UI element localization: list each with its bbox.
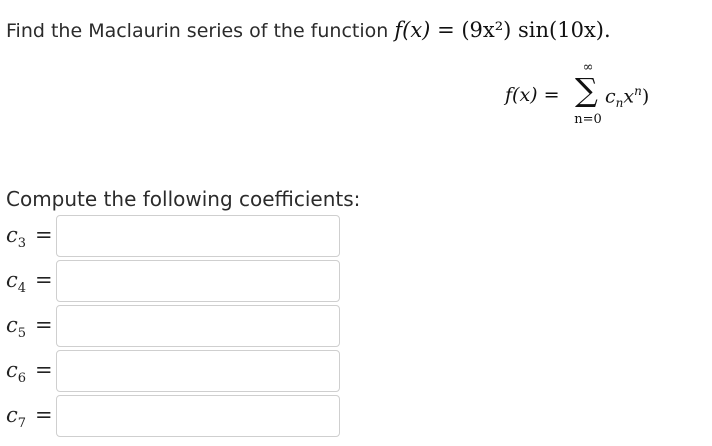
c6-answer-input[interactable] — [56, 350, 340, 392]
coefficient-label: c3 = — [6, 223, 53, 252]
series-lhs: f(x) = — [505, 84, 560, 106]
term-variable: x — [623, 85, 635, 108]
coefficient-label: c4 = — [6, 268, 53, 297]
maclaurin-series-formula: f(x) = ∞ ∑ n=0 cnxn) — [505, 58, 705, 138]
coefficient-row-c3: c3 = — [0, 215, 712, 259]
coefficient-label: c6 = — [6, 358, 53, 387]
function-expression: f(x) = (9x²) sin(10x). — [394, 18, 610, 42]
compute-instruction: Compute the following coefficients: — [6, 187, 361, 211]
function-lhs: f(x) — [394, 18, 431, 42]
term-coefficient: c — [605, 85, 616, 108]
prompt-text: Find the Maclaurin series of the functio… — [6, 20, 389, 42]
c7-answer-input[interactable] — [56, 395, 340, 437]
coefficient-label: c5 = — [6, 313, 53, 342]
term-exponent: n — [634, 84, 642, 98]
series-term: cnxn) — [605, 84, 649, 110]
function-rhs: = (9x²) sin(10x). — [437, 18, 611, 42]
sum-lower-limit: n=0 — [574, 112, 602, 127]
c5-answer-input[interactable] — [56, 305, 340, 347]
c4-answer-input[interactable] — [56, 260, 340, 302]
sigma-icon: ∑ — [575, 71, 598, 109]
summation-block: ∞ ∑ n=0 — [573, 58, 603, 134]
term-closing-paren: ) — [641, 85, 650, 108]
coefficient-row-c4: c4 = — [0, 260, 712, 304]
problem-statement: Find the Maclaurin series of the functio… — [6, 18, 611, 42]
coefficient-row-c6: c6 = — [0, 350, 712, 394]
coefficient-label: c7 = — [6, 403, 53, 432]
coefficient-row-c7: c7 = — [0, 395, 712, 439]
c3-answer-input[interactable] — [56, 215, 340, 257]
coefficient-row-c5: c5 = — [0, 305, 712, 349]
